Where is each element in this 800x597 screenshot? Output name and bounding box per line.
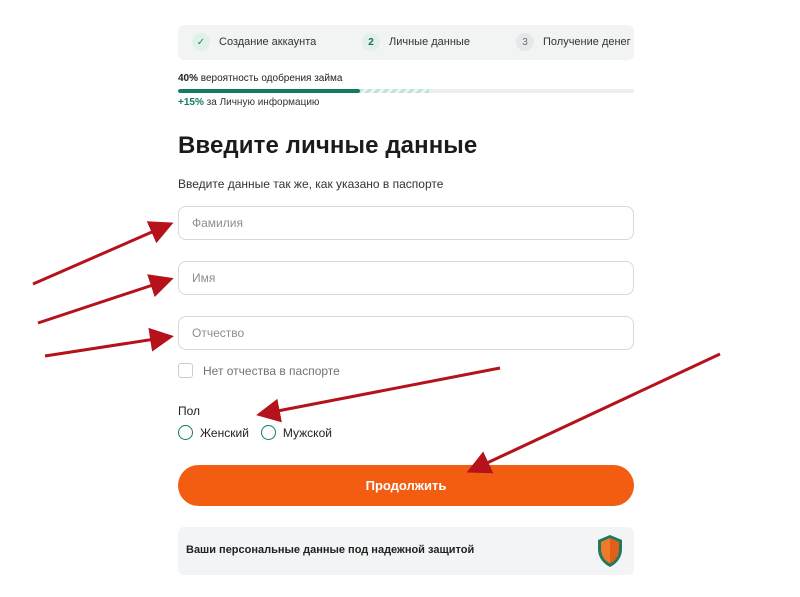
step-label: Создание аккаунта (219, 36, 317, 48)
gender-male-label: Мужской (282, 425, 332, 440)
step-personal-data: 2 Личные данные (362, 33, 470, 51)
step-get-money: 3 Получение денег (516, 33, 631, 51)
gender-female-radio[interactable]: Женский (178, 425, 249, 440)
security-text: Ваши персональные данные под надежной за… (186, 544, 475, 556)
progress-fill (178, 89, 361, 93)
gender-label: Пол (178, 404, 201, 418)
step-label: Получение денег (543, 36, 631, 48)
bonus-caption: за Личную информацию (203, 97, 320, 108)
first-name-field[interactable] (178, 261, 634, 295)
last-name-field[interactable] (178, 206, 634, 240)
radio-circle[interactable] (178, 425, 193, 440)
approval-progress-bar (178, 89, 634, 93)
step-number: 2 (362, 33, 380, 51)
arrow-to-last-name (32, 221, 174, 286)
radio-circle[interactable] (260, 425, 276, 440)
gender-radio-group: Женский Мужской (178, 425, 344, 440)
approval-caption: вероятность одобрения займа (198, 73, 343, 84)
checkbox-box[interactable] (178, 363, 193, 378)
gender-female-label: Женский (200, 425, 249, 440)
page-subtitle: Введите данные так же, как указано в пас… (178, 177, 444, 191)
no-middle-name-label: Нет отчества в паспорте (203, 363, 340, 378)
no-middle-name-checkbox[interactable]: Нет отчества в паспорте (178, 363, 340, 378)
page-title: Введите личные данные (178, 132, 478, 159)
check-icon: ✓ (192, 33, 210, 51)
progress-bonus (360, 89, 429, 93)
arrow-to-continue (466, 352, 721, 474)
middle-name-field[interactable] (178, 316, 634, 350)
approval-probability: 40% вероятность одобрения займа (178, 73, 342, 84)
continue-button[interactable]: Продолжить (178, 465, 634, 506)
arrow-to-middle-name (44, 327, 174, 358)
middle-name-input[interactable] (179, 317, 633, 349)
bonus-info: +15% за Личную информацию (178, 97, 319, 108)
gender-male-radio[interactable]: Мужской (260, 425, 332, 440)
shield-icon (598, 535, 622, 567)
stepper: ✓ Создание аккаунта 2 Личные данные 3 По… (178, 25, 634, 60)
security-banner: Ваши персональные данные под надежной за… (178, 527, 634, 575)
step-create-account: ✓ Создание аккаунта (192, 33, 316, 51)
first-name-input[interactable] (179, 262, 633, 294)
last-name-input[interactable] (179, 207, 633, 239)
step-label: Личные данные (389, 36, 470, 48)
approval-percent: 40% (178, 73, 199, 84)
bonus-percent: +15% (178, 97, 204, 108)
arrow-to-first-name (37, 274, 174, 325)
step-number: 3 (516, 33, 534, 51)
